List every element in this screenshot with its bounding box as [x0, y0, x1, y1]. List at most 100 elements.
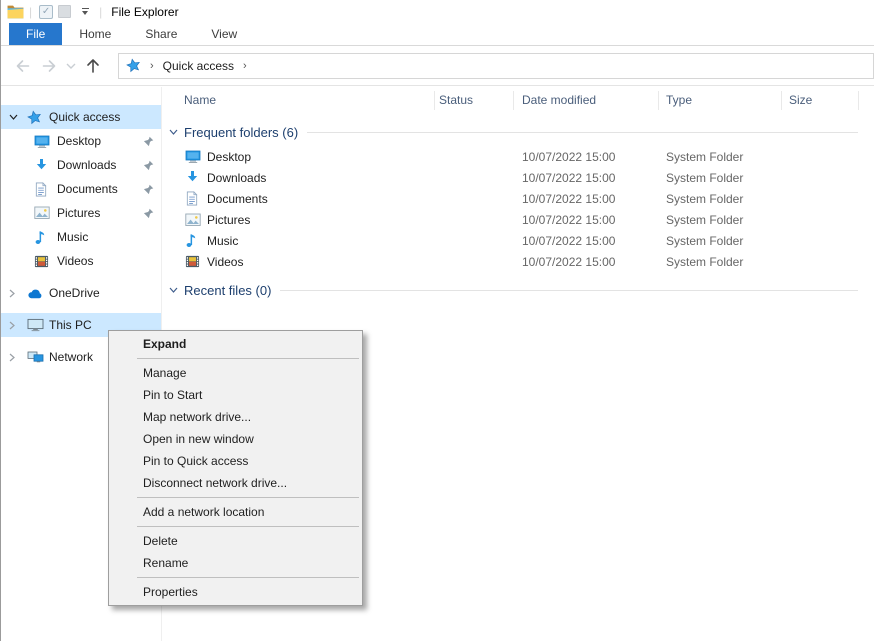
column-header-type[interactable]: Type	[666, 93, 692, 107]
sidebar-item-label: Quick access	[49, 110, 120, 124]
downloads-icon	[34, 158, 49, 173]
chevron-right-icon[interactable]	[9, 353, 21, 362]
chevron-right-icon[interactable]	[9, 289, 21, 298]
group-header-rule	[280, 290, 858, 291]
window-title: File Explorer	[111, 5, 178, 19]
chevron-down-icon[interactable]	[169, 287, 178, 293]
file-row-music[interactable]: Music 10/07/2022 15:00 System Folder	[162, 231, 874, 252]
bar-glyph	[82, 8, 89, 9]
videos-icon	[185, 254, 200, 269]
explorer-logo-icon	[6, 3, 24, 21]
sidebar-item-quick-access[interactable]: Quick access	[1, 105, 161, 129]
menu-item-map-network-drive[interactable]: Map network drive...	[109, 406, 362, 428]
pin-icon	[143, 160, 154, 171]
arrow-right-icon	[41, 59, 57, 73]
chevron-down-icon	[66, 63, 76, 69]
menu-item-delete[interactable]: Delete	[109, 530, 362, 552]
qat-properties-button[interactable]: ✓	[37, 3, 55, 21]
sidebar-item-label: Music	[57, 230, 88, 244]
arrow-left-icon	[15, 59, 31, 73]
column-divider[interactable]	[781, 91, 782, 110]
menu-item-pin-to-quick-access[interactable]: Pin to Quick access	[109, 450, 362, 472]
group-header-frequent-folders[interactable]: Frequent folders (6)	[169, 123, 858, 141]
onedrive-icon	[27, 288, 43, 299]
column-header-date-modified[interactable]: Date modified	[522, 93, 596, 107]
tab-view[interactable]: View	[194, 23, 254, 45]
navigation-bar: › Quick access ›	[1, 46, 874, 86]
sidebar-item-music[interactable]: Music	[1, 225, 161, 249]
menu-item-rename[interactable]: Rename	[109, 552, 362, 574]
column-header-name[interactable]: Name	[184, 93, 216, 107]
column-divider[interactable]	[858, 91, 859, 110]
sidebar-item-downloads[interactable]: Downloads	[1, 153, 161, 177]
sidebar-item-label: OneDrive	[49, 286, 100, 300]
tab-file[interactable]: File	[9, 23, 62, 45]
context-menu: Expand Manage Pin to Start Map network d…	[108, 330, 363, 606]
menu-item-expand[interactable]: Expand	[109, 333, 362, 355]
menu-separator	[137, 497, 359, 498]
column-header-size[interactable]: Size	[789, 93, 812, 107]
menu-item-open-in-new-window[interactable]: Open in new window	[109, 428, 362, 450]
file-row-videos[interactable]: Videos 10/07/2022 15:00 System Folder	[162, 252, 874, 273]
file-name: Desktop	[207, 150, 251, 164]
titlebar: | ✓ | File Explorer	[1, 0, 874, 23]
group-header-recent-files[interactable]: Recent files (0)	[169, 281, 858, 299]
menu-item-disconnect-network-drive[interactable]: Disconnect network drive...	[109, 472, 362, 494]
music-icon	[185, 233, 198, 248]
column-header-status[interactable]: Status	[439, 93, 473, 107]
menu-separator	[137, 577, 359, 578]
qat-new-folder-button[interactable]	[55, 3, 73, 21]
menu-item-pin-to-start[interactable]: Pin to Start	[109, 384, 362, 406]
breadcrumb-location[interactable]: Quick access	[163, 59, 234, 73]
chevron-right-icon[interactable]	[9, 321, 21, 330]
file-type: System Folder	[666, 150, 743, 164]
titlebar-separator: |	[29, 5, 32, 19]
menu-separator	[137, 358, 359, 359]
sidebar-item-label: Videos	[57, 254, 93, 268]
file-type: System Folder	[666, 192, 743, 206]
address-bar[interactable]: › Quick access ›	[118, 53, 874, 79]
chevron-down-icon[interactable]	[169, 129, 178, 135]
file-row-pictures[interactable]: Pictures 10/07/2022 15:00 System Folder	[162, 210, 874, 231]
sidebar-item-label: Pictures	[57, 206, 100, 220]
breadcrumb-chevron-icon[interactable]: ›	[243, 60, 247, 72]
sidebar-item-desktop[interactable]: Desktop	[1, 129, 161, 153]
sidebar-item-label: Documents	[57, 182, 118, 196]
tab-share[interactable]: Share	[128, 23, 194, 45]
column-divider[interactable]	[658, 91, 659, 110]
pin-icon	[143, 184, 154, 195]
ribbon-tab-bar: File Home Share View	[1, 23, 874, 46]
forward-button[interactable]	[36, 53, 62, 79]
sidebar-item-videos[interactable]: Videos	[1, 249, 161, 273]
menu-item-add-a-network-location[interactable]: Add a network location	[109, 501, 362, 523]
sidebar-item-pictures[interactable]: Pictures	[1, 201, 161, 225]
column-divider[interactable]	[434, 91, 435, 110]
chevron-down-icon	[82, 11, 88, 15]
sidebar-group-gap	[1, 305, 161, 313]
file-explorer-window: | ✓ | File Explorer File Home Share View	[0, 0, 874, 641]
checkmark-icon: ✓	[39, 5, 53, 19]
qat-customize-dropdown[interactable]	[76, 3, 94, 21]
menu-separator	[137, 526, 359, 527]
up-button[interactable]	[80, 53, 106, 79]
menu-item-properties[interactable]: Properties	[109, 581, 362, 603]
pin-icon	[143, 136, 154, 147]
file-name: Downloads	[207, 171, 266, 185]
sidebar-item-label: Network	[49, 350, 93, 364]
downloads-icon	[185, 170, 200, 185]
chevron-down-icon[interactable]	[9, 114, 21, 120]
file-row-documents[interactable]: Documents 10/07/2022 15:00 System Folder	[162, 189, 874, 210]
column-divider[interactable]	[513, 91, 514, 110]
menu-item-manage[interactable]: Manage	[109, 362, 362, 384]
tab-home[interactable]: Home	[62, 23, 128, 45]
file-name: Pictures	[207, 213, 250, 227]
arrow-up-icon	[86, 58, 100, 74]
back-button[interactable]	[10, 53, 36, 79]
breadcrumb-chevron-icon: ›	[150, 60, 154, 72]
group-header-rule	[307, 132, 858, 133]
sidebar-item-onedrive[interactable]: OneDrive	[1, 281, 161, 305]
file-row-downloads[interactable]: Downloads 10/07/2022 15:00 System Folder	[162, 168, 874, 189]
sidebar-item-documents[interactable]: Documents	[1, 177, 161, 201]
recent-locations-dropdown[interactable]	[62, 53, 80, 79]
file-row-desktop[interactable]: Desktop 10/07/2022 15:00 System Folder	[162, 147, 874, 168]
